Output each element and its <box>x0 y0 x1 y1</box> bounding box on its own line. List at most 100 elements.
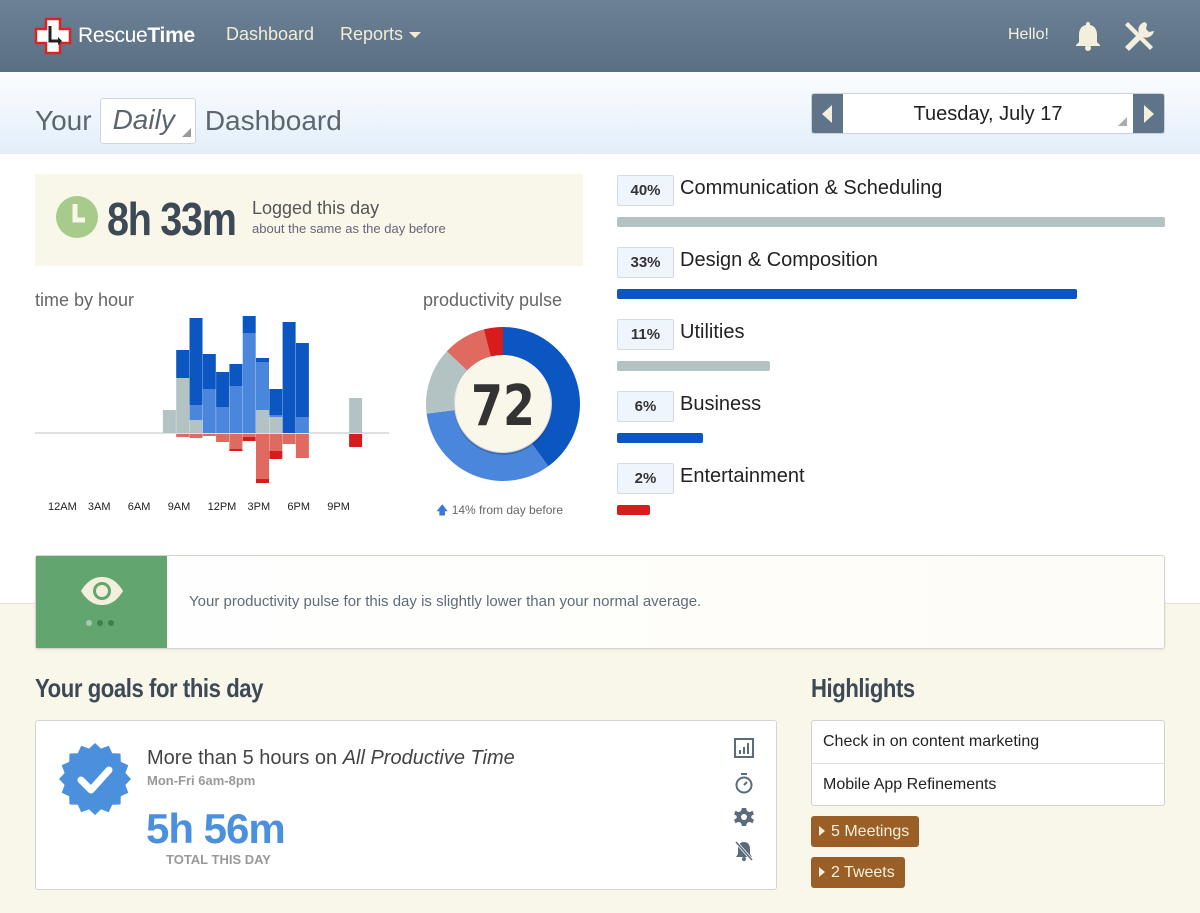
hour-bar-neutral[interactable] <box>256 410 269 433</box>
x-tick-label: 6AM <box>127 501 151 513</box>
badge-seal <box>59 743 131 815</box>
tools-icon[interactable] <box>1121 19 1157 60</box>
category-name[interactable]: Communication & Scheduling <box>680 177 942 200</box>
hour-bar-productive[interactable] <box>189 405 203 420</box>
hour-bar-very-productive[interactable] <box>282 322 296 433</box>
hour-bar-distracting[interactable] <box>189 434 203 438</box>
hour-bar-very-distracting[interactable] <box>256 479 269 483</box>
period-select[interactable]: Daily <box>99 98 196 144</box>
hour-bar-neutral[interactable] <box>349 398 363 433</box>
insight-pager-dots[interactable] <box>86 620 114 626</box>
hour-bar-distracting[interactable] <box>202 434 216 436</box>
hour-bar-very-productive[interactable] <box>269 389 283 415</box>
category-percent: 6% <box>617 391 674 422</box>
hour-bar-very-distracting[interactable] <box>229 449 243 451</box>
title-prefix: Your <box>35 105 92 136</box>
nav-dashboard[interactable]: Dashboard <box>226 24 314 45</box>
nav-reports-label: Reports <box>340 24 404 44</box>
hour-bar-productive[interactable] <box>295 417 309 433</box>
logged-time-panel: 8h 33m Logged this day about the same as… <box>35 174 583 266</box>
date-label: Tuesday, July 17 <box>913 103 1063 125</box>
productivity-pulse-title: productivity pulse <box>423 290 563 310</box>
goal-description[interactable]: More than 5 hours on All Productive Time <box>147 747 515 770</box>
brand-logo[interactable]: RescueTime <box>34 17 195 55</box>
hour-bar-productive[interactable] <box>242 333 256 433</box>
category-name[interactable]: Business <box>680 393 761 416</box>
hour-bar-very-productive[interactable] <box>216 372 230 407</box>
insight-banner: Your productivity pulse for this day is … <box>35 555 1165 649</box>
tweets-toggle[interactable]: 2 Tweets <box>811 857 905 888</box>
meetings-toggle[interactable]: 5 Meetings <box>811 816 920 847</box>
hour-bar-very-productive[interactable] <box>242 316 256 333</box>
settings-gear-icon[interactable] <box>734 807 754 832</box>
category-name[interactable]: Utilities <box>680 321 744 344</box>
category-name[interactable]: Entertainment <box>680 465 805 488</box>
top-navbar: RescueTime Dashboard Reports Hello! <box>0 0 1200 72</box>
hour-bar-very-productive[interactable] <box>176 350 190 378</box>
hour-bar-very-distracting[interactable] <box>269 451 283 459</box>
highlight-item[interactable]: Mobile App Refinements <box>812 763 1164 805</box>
insight-icon-panel[interactable] <box>36 556 167 648</box>
goal-total-label: TOTAL THIS DAY <box>166 852 271 867</box>
eye-icon <box>79 575 125 612</box>
x-tick-label: 3AM <box>87 501 111 513</box>
hour-bar-distracting[interactable] <box>229 434 243 449</box>
page-title: Your Daily Dashboard <box>35 98 342 144</box>
nav-reports[interactable]: Reports <box>340 24 422 45</box>
category-name[interactable]: Design & Composition <box>680 249 878 272</box>
category-bar <box>617 505 650 515</box>
highlights-title: Highlights <box>811 673 915 703</box>
logged-comparison: about the same as the day before <box>252 221 446 236</box>
hour-bar-very-productive[interactable] <box>256 358 269 362</box>
hour-bar-productive[interactable] <box>202 389 216 433</box>
next-day-button[interactable] <box>1133 94 1164 133</box>
title-suffix: Dashboard <box>204 105 342 136</box>
category-bar <box>617 217 1165 227</box>
hour-bar-distracting[interactable] <box>176 434 190 437</box>
hour-bar-neutral[interactable] <box>176 378 190 433</box>
x-tick-label: 9PM <box>327 501 350 513</box>
date-picker: Tuesday, July 17 <box>811 93 1165 134</box>
hour-bar-productive[interactable] <box>229 386 243 433</box>
x-tick-label: 6PM <box>287 501 311 513</box>
hour-bar-very-distracting[interactable] <box>242 437 256 441</box>
pulse-score: 72 <box>471 374 535 440</box>
category-bar <box>617 433 704 443</box>
mute-bell-icon[interactable] <box>734 840 754 867</box>
hour-bar-distracting[interactable] <box>216 434 230 442</box>
hour-bar-distracting[interactable] <box>242 434 256 437</box>
hour-bar-distracting[interactable] <box>282 434 296 444</box>
hour-bar-neutral[interactable] <box>269 417 283 433</box>
logged-label: Logged this day <box>252 198 380 218</box>
hour-bar-very-distracting[interactable] <box>349 434 363 447</box>
bell-icon[interactable] <box>1072 20 1104 57</box>
category-percent: 40% <box>617 175 674 206</box>
insight-text: Your productivity pulse for this day is … <box>189 593 702 610</box>
hour-bar-productive[interactable] <box>269 415 283 417</box>
hour-bar-very-productive[interactable] <box>295 343 309 417</box>
pulse-change-text: 14% from day before <box>451 503 564 517</box>
hour-bar-very-productive[interactable] <box>189 318 203 405</box>
goal-total: 5h 56m <box>146 805 286 852</box>
category-bar <box>617 361 771 371</box>
hour-bar-distracting[interactable] <box>256 434 269 479</box>
highlight-item[interactable]: Check in on content marketing <box>812 721 1164 763</box>
hour-bar-neutral[interactable] <box>162 410 176 433</box>
hour-bar-distracting[interactable] <box>269 434 283 451</box>
stopwatch-icon[interactable] <box>734 772 754 799</box>
hour-bar-productive[interactable] <box>216 407 230 433</box>
hour-bar-distracting[interactable] <box>295 434 309 458</box>
prev-day-button[interactable] <box>812 94 843 133</box>
x-tick-label: 9AM <box>167 501 191 513</box>
hour-bar-very-productive[interactable] <box>202 354 216 389</box>
hour-bar-neutral[interactable] <box>189 420 203 433</box>
category-bar <box>617 289 1078 299</box>
report-chart-icon[interactable] <box>734 738 754 763</box>
category-percent: 11% <box>617 319 674 350</box>
date-select[interactable]: Tuesday, July 17 <box>843 94 1133 133</box>
dropdown-corner-icon <box>181 128 191 137</box>
hour-bar-very-productive[interactable] <box>229 364 243 386</box>
verified-check-badge-icon <box>59 743 131 820</box>
hour-bar-productive[interactable] <box>256 362 269 410</box>
x-tick-label: 12AM <box>48 501 77 513</box>
